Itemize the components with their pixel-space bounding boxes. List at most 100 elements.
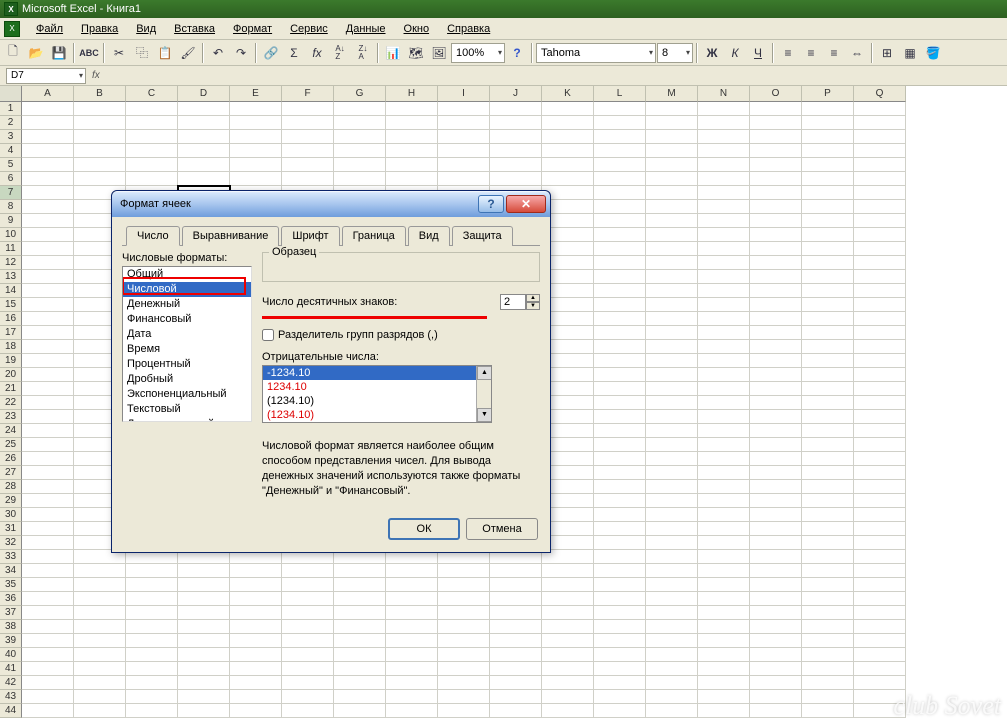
cell[interactable] bbox=[74, 144, 126, 158]
cell[interactable] bbox=[750, 270, 802, 284]
cell[interactable] bbox=[22, 130, 74, 144]
row-header[interactable]: 37 bbox=[0, 606, 22, 620]
cell[interactable] bbox=[646, 298, 698, 312]
cell[interactable] bbox=[282, 690, 334, 704]
cell[interactable] bbox=[22, 424, 74, 438]
cell[interactable] bbox=[22, 396, 74, 410]
cell[interactable] bbox=[698, 340, 750, 354]
align-center-icon[interactable]: ≡ bbox=[800, 42, 822, 64]
cell[interactable] bbox=[22, 340, 74, 354]
cell[interactable] bbox=[74, 676, 126, 690]
cell[interactable] bbox=[386, 704, 438, 718]
column-header[interactable]: D bbox=[178, 86, 230, 102]
row-header[interactable]: 13 bbox=[0, 270, 22, 284]
cell[interactable] bbox=[22, 298, 74, 312]
cell[interactable] bbox=[490, 144, 542, 158]
cell[interactable] bbox=[22, 214, 74, 228]
cell[interactable] bbox=[334, 564, 386, 578]
cell[interactable] bbox=[802, 186, 854, 200]
cell[interactable] bbox=[594, 480, 646, 494]
cell[interactable] bbox=[750, 592, 802, 606]
cell[interactable] bbox=[542, 690, 594, 704]
cell[interactable] bbox=[802, 522, 854, 536]
cell[interactable] bbox=[438, 676, 490, 690]
cell[interactable] bbox=[22, 144, 74, 158]
cell[interactable] bbox=[490, 704, 542, 718]
cell[interactable] bbox=[594, 130, 646, 144]
cell[interactable] bbox=[750, 158, 802, 172]
cell[interactable] bbox=[698, 172, 750, 186]
row-header[interactable]: 34 bbox=[0, 564, 22, 578]
cell[interactable] bbox=[178, 158, 230, 172]
cell[interactable] bbox=[750, 130, 802, 144]
cell[interactable] bbox=[750, 550, 802, 564]
cell[interactable] bbox=[22, 564, 74, 578]
cell[interactable] bbox=[386, 172, 438, 186]
row-header[interactable]: 38 bbox=[0, 620, 22, 634]
cell[interactable] bbox=[802, 690, 854, 704]
cell[interactable] bbox=[854, 480, 906, 494]
cell[interactable] bbox=[74, 606, 126, 620]
close-button[interactable]: ✕ bbox=[506, 195, 546, 213]
cell[interactable] bbox=[282, 564, 334, 578]
cell[interactable] bbox=[646, 578, 698, 592]
cell[interactable] bbox=[22, 662, 74, 676]
cell[interactable] bbox=[854, 466, 906, 480]
cell[interactable] bbox=[230, 690, 282, 704]
cell[interactable] bbox=[750, 368, 802, 382]
cell[interactable] bbox=[594, 200, 646, 214]
cell[interactable] bbox=[698, 690, 750, 704]
cell[interactable] bbox=[386, 578, 438, 592]
row-header[interactable]: 5 bbox=[0, 158, 22, 172]
cell[interactable] bbox=[230, 578, 282, 592]
decimals-input[interactable] bbox=[500, 294, 526, 310]
column-header[interactable]: C bbox=[126, 86, 178, 102]
cell[interactable] bbox=[282, 158, 334, 172]
row-header[interactable]: 41 bbox=[0, 662, 22, 676]
cell[interactable] bbox=[334, 592, 386, 606]
row-header[interactable]: 33 bbox=[0, 550, 22, 564]
cell[interactable] bbox=[230, 676, 282, 690]
cell[interactable] bbox=[646, 228, 698, 242]
cell[interactable] bbox=[386, 116, 438, 130]
category-item[interactable]: Процентный bbox=[123, 357, 251, 372]
cell[interactable] bbox=[802, 130, 854, 144]
cell[interactable] bbox=[854, 284, 906, 298]
cell[interactable] bbox=[854, 172, 906, 186]
cell[interactable] bbox=[178, 690, 230, 704]
row-header[interactable]: 14 bbox=[0, 284, 22, 298]
cell[interactable] bbox=[22, 228, 74, 242]
cell[interactable] bbox=[750, 508, 802, 522]
cell[interactable] bbox=[698, 354, 750, 368]
cell[interactable] bbox=[22, 200, 74, 214]
row-header[interactable]: 7 bbox=[0, 186, 22, 200]
align-right-icon[interactable]: ≡ bbox=[823, 42, 845, 64]
cell[interactable] bbox=[334, 158, 386, 172]
cell[interactable] bbox=[750, 494, 802, 508]
cell[interactable] bbox=[22, 158, 74, 172]
save-icon[interactable]: 💾 bbox=[48, 42, 70, 64]
cut-icon[interactable]: ✂ bbox=[108, 42, 130, 64]
cell[interactable] bbox=[282, 704, 334, 718]
cell[interactable] bbox=[750, 466, 802, 480]
cell[interactable] bbox=[230, 662, 282, 676]
cell[interactable] bbox=[750, 354, 802, 368]
cell[interactable] bbox=[698, 648, 750, 662]
cell[interactable] bbox=[646, 606, 698, 620]
cell[interactable] bbox=[646, 494, 698, 508]
cell[interactable] bbox=[594, 662, 646, 676]
column-header[interactable]: K bbox=[542, 86, 594, 102]
cell[interactable] bbox=[22, 606, 74, 620]
fx-icon[interactable]: fx bbox=[92, 70, 100, 81]
cell[interactable] bbox=[178, 592, 230, 606]
cell[interactable] bbox=[646, 410, 698, 424]
cell[interactable] bbox=[22, 382, 74, 396]
cell[interactable] bbox=[802, 116, 854, 130]
cell[interactable] bbox=[698, 214, 750, 228]
cell[interactable] bbox=[386, 564, 438, 578]
cell[interactable] bbox=[22, 116, 74, 130]
cell[interactable] bbox=[386, 662, 438, 676]
currency-icon[interactable]: ⊞ bbox=[876, 42, 898, 64]
cell[interactable] bbox=[230, 144, 282, 158]
cell[interactable] bbox=[750, 242, 802, 256]
